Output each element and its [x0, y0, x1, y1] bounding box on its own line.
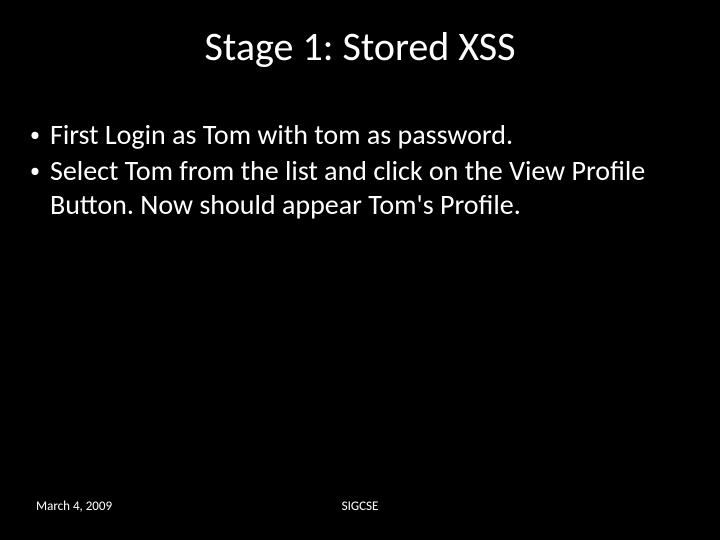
bullet-dot-icon: • — [30, 118, 40, 152]
footer-venue: SIGCSE — [0, 499, 720, 514]
bullet-dot-icon: • — [30, 154, 40, 188]
bullet-item: • First Login as Tom with tom as passwor… — [40, 118, 680, 152]
slide-body: • First Login as Tom with tom as passwor… — [40, 118, 680, 224]
slide-title: Stage 1: Stored XSS — [0, 22, 720, 71]
bullet-text: First Login as Tom with tom as password. — [50, 118, 680, 152]
slide: Stage 1: Stored XSS • First Login as Tom… — [0, 0, 720, 540]
bullet-item: • Select Tom from the list and click on … — [40, 154, 680, 222]
bullet-text: Select Tom from the list and click on th… — [50, 154, 680, 222]
